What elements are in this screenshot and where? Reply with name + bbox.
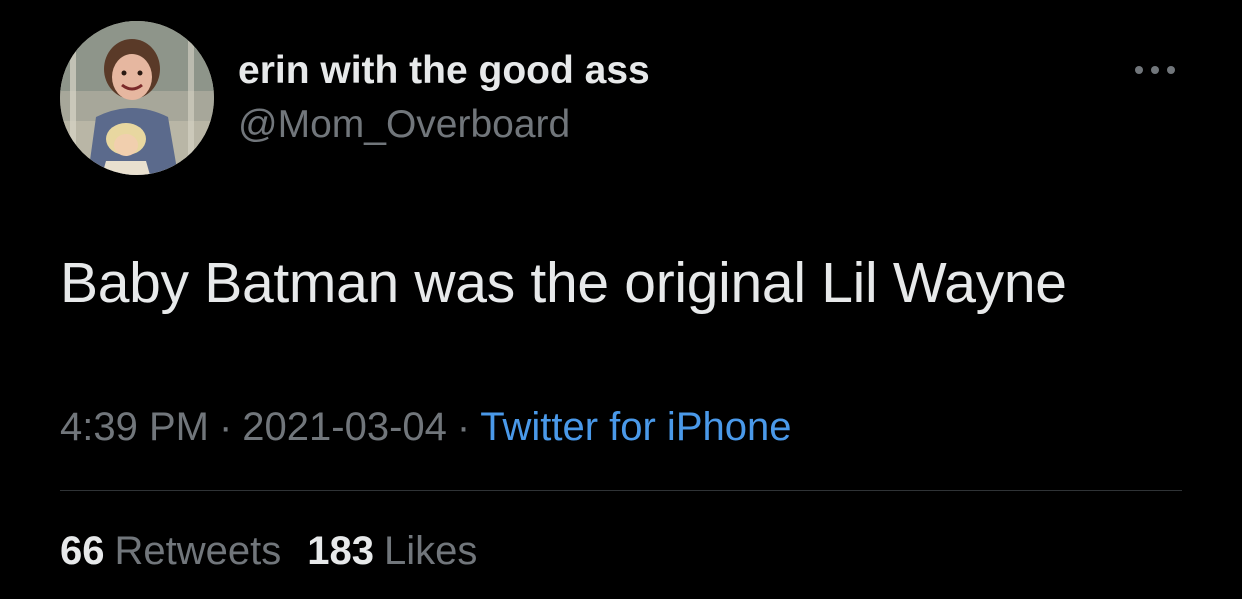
divider <box>60 490 1182 491</box>
retweets-stat[interactable]: 66 Retweets <box>60 527 281 575</box>
author-display-name[interactable]: erin with the good ass <box>238 48 650 94</box>
tweet-text: Baby Batman was the original Lil Wayne <box>60 251 1067 315</box>
author-handle[interactable]: @Mom_Overboard <box>238 102 570 148</box>
tweet: erin with the good ass @Mom_Overboard Ba… <box>0 0 1242 599</box>
retweets-count: 66 <box>60 529 105 573</box>
tweet-date[interactable]: 2021-03-04 <box>242 405 447 449</box>
metadata-separator: · <box>456 405 471 449</box>
retweets-label: Retweets <box>114 529 282 573</box>
likes-stat[interactable]: 183 Likes <box>307 527 477 575</box>
tweet-time[interactable]: 4:39 PM <box>60 405 209 449</box>
tweet-metadata: 4:39 PM · 2021-03-04 · Twitter for iPhone <box>60 403 791 451</box>
more-horizontal-icon <box>1135 66 1175 74</box>
likes-count: 183 <box>307 529 374 573</box>
metadata-separator: · <box>218 405 233 449</box>
more-options-button[interactable] <box>1128 56 1182 84</box>
tweet-stats: 66 Retweets 183 Likes <box>60 527 477 575</box>
tweet-source-link[interactable]: Twitter for iPhone <box>480 405 791 449</box>
avatar-photo <box>60 21 214 175</box>
likes-label: Likes <box>384 529 478 573</box>
avatar[interactable] <box>60 21 214 175</box>
